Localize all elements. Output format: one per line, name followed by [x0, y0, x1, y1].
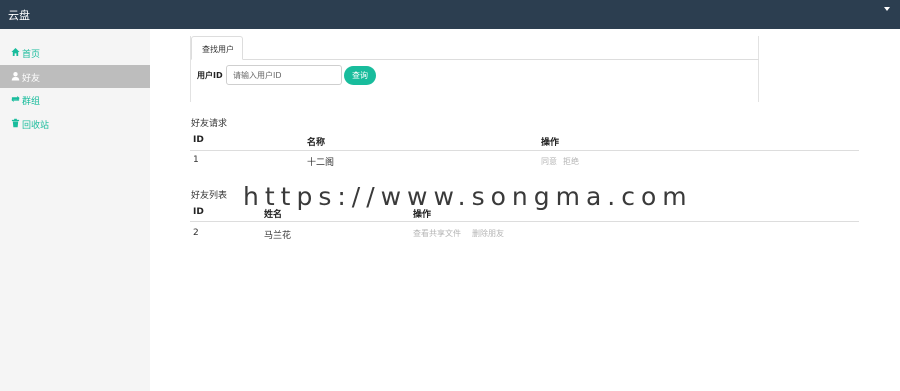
- request-name: 十二阁: [307, 158, 335, 168]
- sidebar-item-home[interactable]: 首页: [0, 41, 150, 64]
- friend-requests-title: 好友请求: [191, 119, 228, 129]
- caret-down-icon[interactable]: [884, 7, 890, 11]
- friend-id: 2: [193, 228, 199, 238]
- view-shared-files-link[interactable]: 查看共享文件: [413, 228, 461, 239]
- requests-header-actions: 操作: [541, 138, 560, 148]
- table-divider: [190, 150, 859, 151]
- search-user-panel: 查找用户 用户ID 查询: [190, 36, 759, 102]
- tab-search-user[interactable]: 查找用户: [191, 36, 243, 60]
- table-divider: [190, 221, 859, 222]
- user-id-input[interactable]: [226, 65, 342, 85]
- watermark-text: https://www.songma.com: [243, 182, 693, 211]
- sidebar-item-label: 回收站: [22, 121, 50, 131]
- retweet-icon: [11, 95, 20, 103]
- requests-header-id: ID: [193, 135, 204, 145]
- request-id: 1: [193, 155, 199, 165]
- accept-request-link[interactable]: 同意: [541, 156, 557, 167]
- sidebar-item-recycle-bin[interactable]: 回收站: [0, 112, 150, 135]
- sidebar-item-label: 首页: [22, 50, 41, 60]
- top-navbar: 云盘: [0, 0, 900, 29]
- tab-strip-line: [191, 59, 759, 60]
- sidebar-item-label: 群组: [22, 97, 41, 107]
- sidebar-item-groups[interactable]: 群组: [0, 88, 150, 111]
- app-brand[interactable]: 云盘: [8, 7, 30, 23]
- sidebar-item-label: 好友: [22, 74, 41, 84]
- tab-label: 查找用户: [202, 45, 234, 54]
- home-icon: [11, 47, 20, 57]
- delete-friend-link[interactable]: 删除朋友: [472, 228, 504, 239]
- friends-header-id: ID: [193, 207, 204, 217]
- sidebar-item-friends[interactable]: 好友: [0, 65, 150, 88]
- friend-name: 马兰花: [264, 231, 292, 241]
- query-button[interactable]: 查询: [344, 66, 376, 85]
- user-id-label: 用户ID: [197, 71, 223, 80]
- friend-list-title: 好友列表: [191, 191, 228, 201]
- user-icon: [11, 72, 20, 81]
- reject-request-link[interactable]: 拒绝: [563, 156, 579, 167]
- requests-header-name: 名称: [307, 138, 326, 148]
- sidebar: 首页 好友 群组 回收站: [0, 29, 150, 391]
- trash-icon: [11, 118, 20, 128]
